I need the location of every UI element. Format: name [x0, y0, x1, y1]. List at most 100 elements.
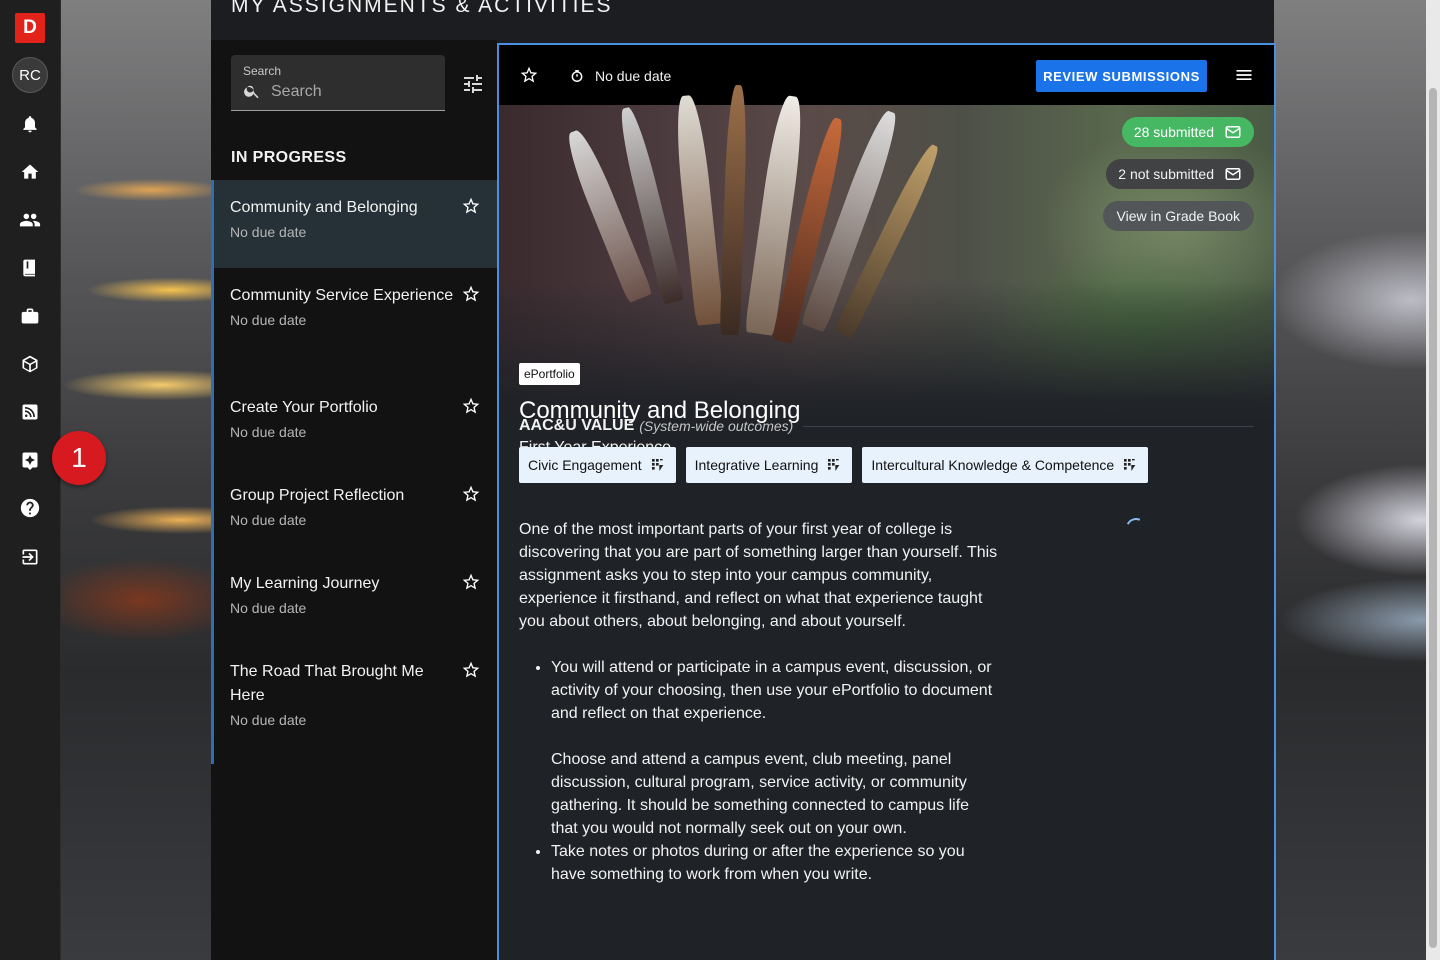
- not-submitted-count: 2 not submitted: [1118, 166, 1214, 182]
- star-icon[interactable]: [519, 65, 539, 85]
- assignment-list: Community and Belonging No due date Comm…: [211, 180, 497, 764]
- avatar-initials: RC: [19, 66, 41, 84]
- assignment-detail-card: No due date REVIEW SUBMISSIONS 28 submit…: [497, 43, 1276, 960]
- logout-button[interactable]: [12, 539, 48, 575]
- people-button[interactable]: [12, 202, 48, 238]
- mail-icon: [1225, 168, 1241, 180]
- outcomes-subtitle: (System-wide outcomes): [639, 418, 794, 434]
- people-icon: [19, 213, 41, 227]
- item-due-date: No due date: [230, 600, 307, 616]
- icon-rail: D RC: [0, 0, 61, 960]
- search-input[interactable]: [271, 81, 431, 103]
- help-button[interactable]: [12, 490, 48, 526]
- list-item[interactable]: My Learning Journey No due date: [214, 556, 497, 644]
- outcome-label: Integrative Learning: [694, 457, 819, 473]
- divider: [803, 425, 1254, 427]
- briefcase-icon: [21, 308, 39, 324]
- item-title: The Road That Brought Me Here: [230, 663, 424, 704]
- instruction-item: Take notes or photos during or after the…: [551, 840, 999, 886]
- home-icon: [21, 164, 39, 179]
- catalog-button[interactable]: [12, 346, 48, 382]
- rss-icon: [22, 404, 38, 420]
- item-title: Community and Belonging: [230, 199, 418, 216]
- item-due-date: No due date: [230, 312, 307, 328]
- submitted-count: 28 submitted: [1133, 124, 1214, 140]
- item-due-date: No due date: [230, 712, 307, 728]
- outcome-chip[interactable]: Intercultural Knowledge & Competence: [862, 447, 1149, 483]
- outcomes-header: AAC&U VALUE (System-wide outcomes): [519, 417, 1254, 435]
- library-button[interactable]: [12, 250, 48, 286]
- instructions-list: You will attend or participate in a camp…: [519, 656, 999, 886]
- home-button[interactable]: [12, 154, 48, 190]
- star-icon[interactable]: [461, 196, 481, 216]
- in-progress-header: IN PROGRESS: [231, 149, 347, 166]
- outcomes-title: AAC&U VALUE: [519, 417, 635, 434]
- filter-button[interactable]: [461, 72, 485, 96]
- rubric-grid-icon: [828, 459, 840, 471]
- search-field[interactable]: Search: [231, 55, 445, 111]
- list-item[interactable]: The Road That Brought Me Here No due dat…: [214, 644, 497, 764]
- hamburger-menu-icon[interactable]: [1234, 65, 1254, 85]
- loading-spinner: [1123, 515, 1149, 541]
- due-date-label: No due date: [595, 68, 672, 84]
- rubric-grid-icon: [1124, 459, 1136, 471]
- outcome-chip[interactable]: Civic Engagement: [519, 447, 676, 483]
- logout-icon: [22, 549, 38, 565]
- outcome-label: Civic Engagement: [528, 457, 642, 473]
- instruction-text: Choose and attend a campus event, club m…: [551, 751, 970, 837]
- list-item[interactable]: Group Project Reflection No due date: [214, 468, 497, 556]
- submitted-pill[interactable]: 28 submitted: [1121, 117, 1254, 147]
- star-icon[interactable]: [461, 572, 481, 592]
- submission-status-group: 28 submitted 2 not submitted View in Gra…: [1102, 117, 1254, 231]
- item-due-date: No due date: [230, 512, 307, 528]
- page-scrollbar[interactable]: [1426, 0, 1440, 960]
- user-avatar[interactable]: RC: [12, 57, 48, 93]
- item-title: My Learning Journey: [230, 575, 380, 592]
- timer-icon: [571, 70, 583, 82]
- instruction-text: You will attend or participate in a camp…: [551, 659, 993, 722]
- item-title: Create Your Portfolio: [230, 399, 378, 416]
- star-icon[interactable]: [461, 396, 481, 416]
- item-due-date: No due date: [230, 224, 307, 240]
- app-logo[interactable]: D: [15, 13, 45, 43]
- star-icon[interactable]: [461, 284, 481, 304]
- list-item[interactable]: Community and Belonging No due date: [214, 180, 497, 268]
- help-icon: [20, 498, 40, 518]
- tune-icon: [464, 75, 482, 93]
- book-icon: [23, 259, 35, 277]
- instruction-item: You will attend or participate in a camp…: [551, 656, 999, 840]
- item-title: Group Project Reflection: [230, 487, 405, 504]
- feed-button[interactable]: [12, 394, 48, 430]
- not-submitted-pill[interactable]: 2 not submitted: [1106, 159, 1254, 189]
- view-gradebook-button[interactable]: View in Grade Book: [1102, 201, 1254, 231]
- star-icon[interactable]: [461, 484, 481, 504]
- assignment-description: One of the most important parts of your …: [519, 518, 999, 886]
- description-intro: One of the most important parts of your …: [519, 521, 998, 630]
- list-item[interactable]: Create Your Portfolio No due date: [214, 380, 497, 468]
- hero-image: 28 submitted 2 not submitted View in Gra…: [499, 84, 1274, 456]
- instruction-text: Take notes or photos during or after the…: [551, 843, 965, 883]
- notifications-button[interactable]: [12, 106, 48, 142]
- star-icon[interactable]: [461, 660, 481, 680]
- outcome-chip[interactable]: Integrative Learning: [685, 447, 853, 483]
- brush-shape: [719, 84, 749, 336]
- list-item[interactable]: Community Service Experience No due date: [214, 268, 497, 380]
- search-label: Search: [243, 64, 282, 78]
- page-title: MY ASSIGNMENTS & ACTIVITIES: [231, 0, 613, 17]
- walkthrough-step-badge: 1: [52, 431, 106, 485]
- detail-toolbar: No due date REVIEW SUBMISSIONS: [499, 45, 1274, 105]
- bell-icon: [23, 116, 37, 133]
- item-title: Community Service Experience: [230, 287, 454, 304]
- outcome-chips: Civic Engagement Integrative Learning In…: [519, 447, 1149, 483]
- mail-icon: [1225, 126, 1241, 138]
- scrollbar-thumb[interactable]: [1429, 88, 1437, 948]
- item-due-date: No due date: [230, 424, 307, 440]
- badge-count: 1: [71, 442, 87, 473]
- search-icon: [244, 85, 259, 99]
- review-submissions-button[interactable]: REVIEW SUBMISSIONS: [1036, 60, 1207, 92]
- assessment-button[interactable]: [12, 442, 48, 478]
- cube-icon: [22, 355, 38, 373]
- outcome-label: Intercultural Knowledge & Competence: [871, 457, 1115, 473]
- briefcase-button[interactable]: [12, 298, 48, 334]
- rubric-icon: [22, 452, 38, 470]
